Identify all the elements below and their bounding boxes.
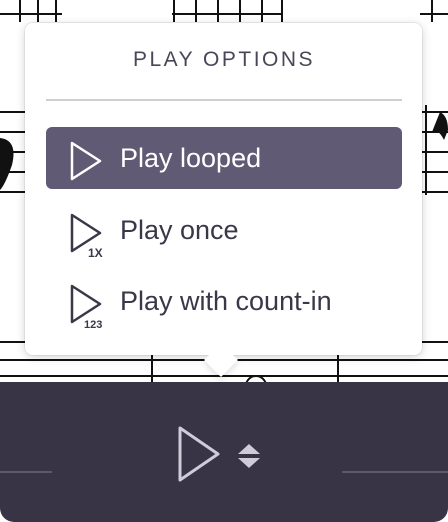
popover-title: PLAY OPTIONS bbox=[132, 48, 316, 71]
menu-item-play-once[interactable]: 1X Play once bbox=[46, 199, 402, 261]
menu-item-play-looped[interactable]: Play looped bbox=[46, 127, 402, 189]
toolbar-divider-right bbox=[342, 471, 448, 473]
menu-item-label: Play once bbox=[120, 215, 239, 245]
play-options-toggle[interactable] bbox=[236, 442, 262, 470]
play-button[interactable] bbox=[176, 424, 224, 484]
playback-toolbar bbox=[0, 382, 448, 522]
play-count-in-badge: 123 bbox=[84, 319, 102, 330]
play-once-icon: 1X bbox=[68, 211, 112, 259]
up-down-chevron-icon bbox=[238, 444, 260, 468]
play-once-badge: 1X bbox=[88, 246, 103, 259]
play-count-in-icon: 123 bbox=[68, 282, 112, 330]
app-frame: PLAY OPTIONS Play looped 1X Play once 12… bbox=[0, 0, 448, 522]
play-looped-icon bbox=[68, 139, 112, 183]
toolbar-divider-left bbox=[0, 471, 52, 473]
menu-item-label: Play with count-in bbox=[120, 286, 332, 316]
popover-divider bbox=[46, 99, 402, 101]
play-icon bbox=[178, 426, 220, 482]
menu-item-play-count-in[interactable]: 123 Play with count-in bbox=[46, 270, 402, 332]
menu-item-label: Play looped bbox=[120, 143, 262, 173]
